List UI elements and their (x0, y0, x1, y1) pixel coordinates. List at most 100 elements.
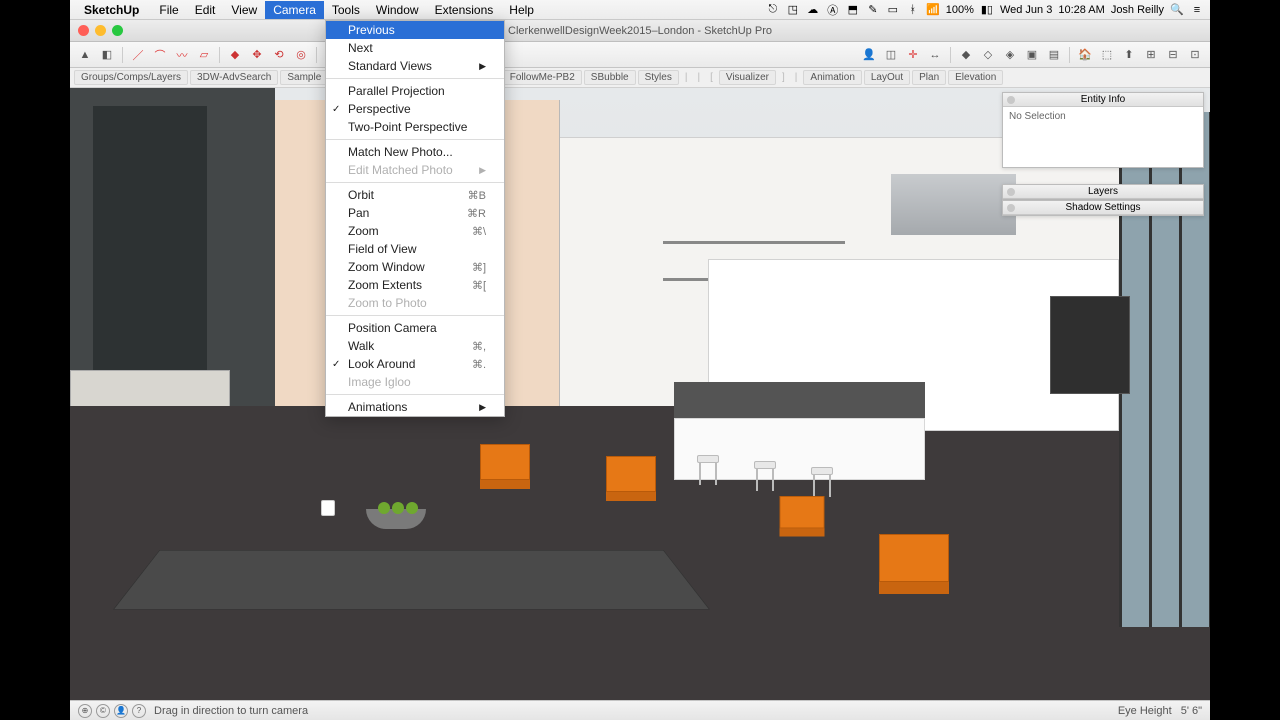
ext6-icon[interactable]: ⊞ (1142, 46, 1160, 64)
camera-menu-dropdown: PreviousNextStandard Views▶ Parallel Proj… (325, 20, 505, 417)
menu-item-pan[interactable]: Pan⌘R (326, 204, 504, 222)
toolbar-separator (219, 47, 220, 63)
ext7-icon[interactable]: ⊟ (1164, 46, 1182, 64)
tool-icon[interactable]: ⎋ (766, 3, 780, 16)
menu-tools[interactable]: Tools (324, 1, 368, 19)
menubar-time[interactable]: 10:28 AM (1058, 4, 1104, 16)
menu-item-next[interactable]: Next (326, 39, 504, 57)
menu-item-perspective[interactable]: ✓Perspective (326, 100, 504, 118)
menu-file[interactable]: File (151, 1, 186, 19)
toolbar-separator (316, 47, 317, 63)
ext2-icon[interactable]: ◇ (979, 46, 997, 64)
freehand-tool-icon[interactable]: 〰 (173, 46, 191, 64)
menu-view[interactable]: View (223, 1, 265, 19)
notifications-icon[interactable]: ≡ (1190, 4, 1204, 16)
menu-item-two-point-perspective[interactable]: Two-Point Perspective (326, 118, 504, 136)
person-tool-icon[interactable]: 👤 (860, 46, 878, 64)
line-tool-icon[interactable]: ／ (129, 46, 147, 64)
menu-item-parallel-projection[interactable]: Parallel Projection (326, 82, 504, 100)
menu-item-match-new-photo-[interactable]: Match New Photo... (326, 143, 504, 161)
ext4-icon[interactable]: ▣ (1023, 46, 1041, 64)
adobe-icon[interactable]: Ⓐ (826, 2, 840, 18)
scene-tab[interactable]: SBubble (584, 70, 636, 85)
dining-chair (879, 534, 949, 614)
rotate-tool-icon[interactable]: ⟲ (270, 46, 288, 64)
menu-extensions[interactable]: Extensions (427, 1, 502, 19)
scene-tab[interactable]: Elevation (948, 70, 1003, 85)
eraser-tool-icon[interactable]: ◧ (98, 46, 116, 64)
menu-item-field-of-view[interactable]: Field of View (326, 240, 504, 258)
rectangle-tool-icon[interactable]: ▱ (195, 46, 213, 64)
app-name[interactable]: SketchUp (84, 3, 139, 17)
dimension-tool-icon[interactable]: ↔ (926, 46, 944, 64)
pushpull-tool-icon[interactable]: ◆ (226, 46, 244, 64)
minimize-window-icon[interactable] (95, 25, 106, 36)
scene-tab[interactable]: Sample (280, 70, 328, 85)
3d-viewport[interactable] (70, 88, 1210, 700)
geo-icon[interactable]: ⊕ (78, 704, 92, 718)
menu-item-zoom-window[interactable]: Zoom Window⌘] (326, 258, 504, 276)
scene-tab[interactable]: FollowMe-PB2 (503, 70, 582, 85)
dining-chair (779, 496, 824, 550)
cloud-icon[interactable]: ☁ (806, 3, 820, 16)
zoom-window-icon[interactable] (112, 25, 123, 36)
arc-tool-icon[interactable]: ⌒ (151, 46, 169, 64)
menu-item-walk[interactable]: Walk⌘, (326, 337, 504, 355)
menubar-user[interactable]: Josh Reilly (1111, 4, 1164, 16)
battery-icon[interactable]: ▮▯ (980, 3, 994, 16)
oven-stack (1050, 296, 1130, 394)
battery-percent[interactable]: 100% (946, 4, 974, 16)
toolbar-separator (122, 47, 123, 63)
layers-panel[interactable]: Layers (1002, 184, 1204, 200)
wifi-icon[interactable]: 📶 (926, 3, 940, 16)
menu-camera[interactable]: Camera (265, 1, 324, 19)
scene-tab[interactable]: 3DW-AdvSearch (190, 70, 278, 85)
menu-item-position-camera[interactable]: Position Camera (326, 319, 504, 337)
menubar-date[interactable]: Wed Jun 3 (1000, 4, 1052, 16)
scene-tab[interactable]: Groups/Comps/Layers (74, 70, 188, 85)
status-right-label: Eye Height (1118, 705, 1172, 717)
scene-tab[interactable]: Styles (638, 70, 679, 85)
ext3-icon[interactable]: ◈ (1001, 46, 1019, 64)
drive-icon[interactable]: ◳ (786, 3, 800, 16)
menu-item-image-igloo: Image Igloo (326, 373, 504, 391)
axes-tool-icon[interactable]: ✛ (904, 46, 922, 64)
upload-icon[interactable]: ⬆ (1120, 46, 1138, 64)
menu-item-standard-views[interactable]: Standard Views▶ (326, 57, 504, 75)
credits-icon[interactable]: © (96, 704, 110, 718)
bluetooth-icon[interactable]: ᚼ (906, 4, 920, 16)
warehouse-icon[interactable]: 🏠 (1076, 46, 1094, 64)
menu-window[interactable]: Window (368, 1, 427, 19)
scene-tab[interactable]: Plan (912, 70, 946, 85)
shadow-settings-panel[interactable]: Shadow Settings (1002, 200, 1204, 216)
display-icon[interactable]: ▭ (886, 3, 900, 16)
dropbox-icon[interactable]: ⬒ (846, 3, 860, 16)
menu-item-animations[interactable]: Animations▶ (326, 398, 504, 416)
help-icon[interactable]: ? (132, 704, 146, 718)
spotlight-icon[interactable]: 🔍 (1170, 3, 1184, 16)
select-tool-icon[interactable]: ▲ (76, 46, 94, 64)
component-icon[interactable]: ⬚ (1098, 46, 1116, 64)
scene-tab[interactable]: Visualizer (719, 70, 776, 85)
move-tool-icon[interactable]: ✥ (248, 46, 266, 64)
letterbox-right (1210, 0, 1280, 720)
evernote-icon[interactable]: ✎ (866, 3, 880, 16)
ext8-icon[interactable]: ⊡ (1186, 46, 1204, 64)
entity-info-panel[interactable]: Entity Info No Selection (1002, 92, 1204, 168)
menu-item-orbit[interactable]: Orbit⌘B (326, 186, 504, 204)
ext5-icon[interactable]: ▤ (1045, 46, 1063, 64)
scene-tab[interactable]: Animation (803, 70, 861, 85)
menu-item-zoom-extents[interactable]: Zoom Extents⌘[ (326, 276, 504, 294)
scene-tab[interactable]: LayOut (864, 70, 910, 85)
signin-icon[interactable]: 👤 (114, 704, 128, 718)
menu-edit[interactable]: Edit (187, 1, 224, 19)
panel-title: Entity Info (1081, 94, 1125, 105)
close-window-icon[interactable] (78, 25, 89, 36)
ext1-icon[interactable]: ◆ (957, 46, 975, 64)
section-tool-icon[interactable]: ◫ (882, 46, 900, 64)
menu-help[interactable]: Help (501, 1, 542, 19)
menu-item-zoom[interactable]: Zoom⌘\ (326, 222, 504, 240)
offset-tool-icon[interactable]: ◎ (292, 46, 310, 64)
menu-item-previous[interactable]: Previous (326, 21, 504, 39)
menu-item-look-around[interactable]: ✓Look Around⌘. (326, 355, 504, 373)
